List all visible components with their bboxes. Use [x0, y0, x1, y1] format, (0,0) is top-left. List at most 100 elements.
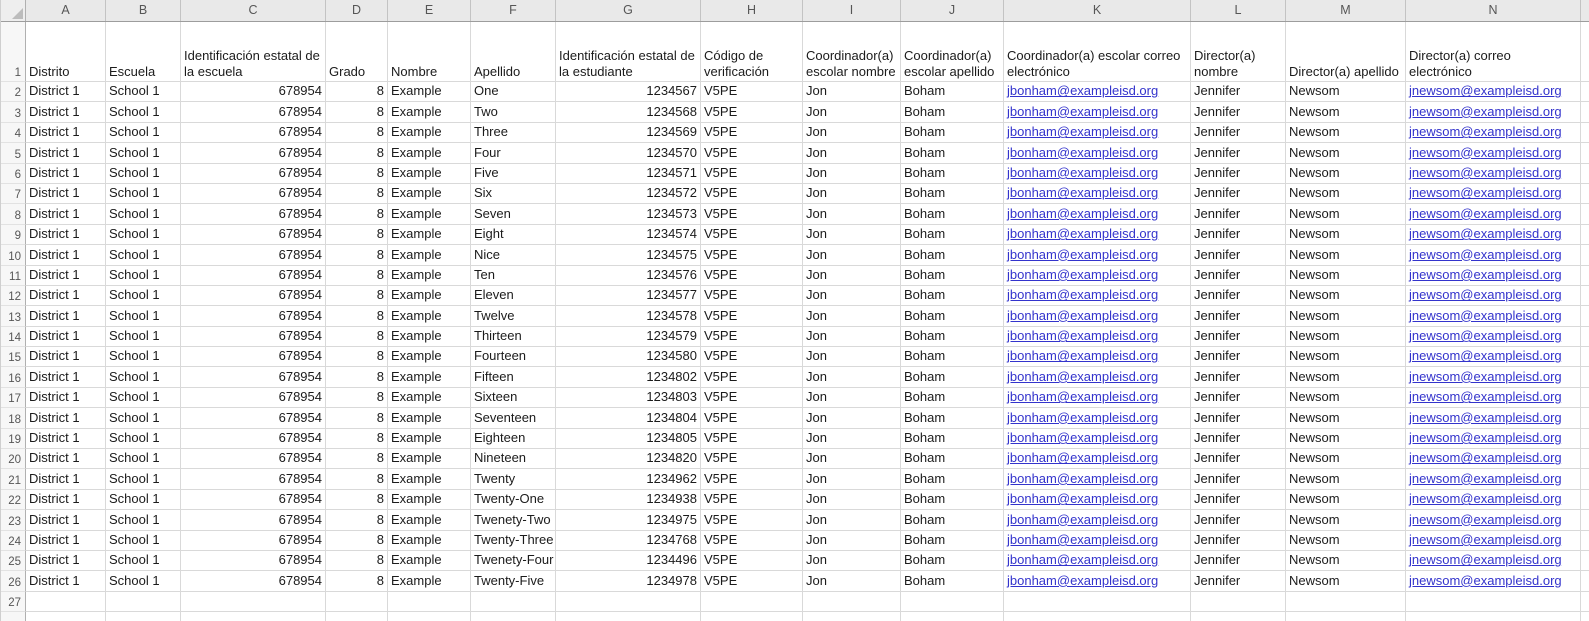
cell-F4[interactable]: Three [471, 122, 556, 144]
cell-J13[interactable]: Boham [901, 306, 1004, 327]
cell-E16[interactable]: Example [388, 367, 471, 388]
cell-N26[interactable]: jnewsom@exampleisd.org [1406, 571, 1581, 592]
cell-F12[interactable]: Eleven [471, 285, 556, 307]
row-header-19[interactable]: 19 [1, 428, 26, 450]
cell-I1[interactable]: Coordinador(a) escolar nombre [803, 22, 901, 82]
cell-B11[interactable]: School 1 [106, 265, 181, 286]
row-header-3[interactable]: 3 [1, 102, 26, 123]
cell-M24[interactable]: Newsom [1286, 530, 1406, 551]
cell-M27[interactable] [1286, 591, 1406, 613]
cell-F10[interactable]: Nice [471, 245, 556, 266]
cell-Jx[interactable] [901, 612, 1004, 621]
column-header-B[interactable]: B [106, 0, 181, 21]
email-link[interactable]: jbonham@exampleisd.org [1007, 531, 1158, 549]
cell-C16[interactable]: 678954 [181, 367, 326, 388]
email-link[interactable]: jnewsom@exampleisd.org [1409, 347, 1562, 365]
cell-F17[interactable]: Sixteen [471, 387, 556, 409]
cell-M4[interactable]: Newsom [1286, 122, 1406, 144]
email-link[interactable]: jnewsom@exampleisd.org [1409, 409, 1562, 427]
cell-H1[interactable]: Código de verificación [701, 22, 803, 82]
cell-M16[interactable]: Newsom [1286, 367, 1406, 388]
cell-H8[interactable]: V5PE [701, 204, 803, 225]
cell-F5[interactable]: Four [471, 143, 556, 164]
cell-B15[interactable]: School 1 [106, 347, 181, 368]
cell-N22[interactable]: jnewsom@exampleisd.org [1406, 489, 1581, 511]
email-link[interactable]: jnewsom@exampleisd.org [1409, 490, 1562, 508]
cell-G12[interactable]: 1234577 [556, 285, 701, 307]
cell-K7[interactable]: jbonham@exampleisd.org [1004, 183, 1191, 205]
cell-N2[interactable]: jnewsom@exampleisd.org [1406, 82, 1581, 103]
cell-M18[interactable]: Newsom [1286, 408, 1406, 429]
cell-N27[interactable] [1406, 591, 1581, 613]
cell-E1[interactable]: Nombre [388, 22, 471, 82]
cell-A27[interactable] [26, 591, 106, 613]
cell-M8[interactable]: Newsom [1286, 204, 1406, 225]
cell-B14[interactable]: School 1 [106, 326, 181, 348]
cell-N7[interactable]: jnewsom@exampleisd.org [1406, 183, 1581, 205]
cell-C19[interactable]: 678954 [181, 428, 326, 450]
cell-A16[interactable]: District 1 [26, 367, 106, 388]
cell-M13[interactable]: Newsom [1286, 306, 1406, 327]
cell-J17[interactable]: Boham [901, 387, 1004, 409]
cell-Ix[interactable] [803, 612, 901, 621]
email-link[interactable]: jnewsom@exampleisd.org [1409, 266, 1562, 284]
cell-K11[interactable]: jbonham@exampleisd.org [1004, 265, 1191, 286]
cell-C14[interactable]: 678954 [181, 326, 326, 348]
cell-A8[interactable]: District 1 [26, 204, 106, 225]
cell-B3[interactable]: School 1 [106, 102, 181, 123]
email-link[interactable]: jbonham@exampleisd.org [1007, 327, 1158, 345]
cell-A24[interactable]: District 1 [26, 530, 106, 551]
cell-K25[interactable]: jbonham@exampleisd.org [1004, 550, 1191, 572]
cell-Dx[interactable] [326, 612, 388, 621]
email-link[interactable]: jbonham@exampleisd.org [1007, 551, 1158, 569]
cell-K21[interactable]: jbonham@exampleisd.org [1004, 469, 1191, 490]
email-link[interactable]: jbonham@exampleisd.org [1007, 205, 1158, 223]
cell-G9[interactable]: 1234574 [556, 224, 701, 246]
cell-C27[interactable] [181, 591, 326, 613]
row-header-23[interactable]: 23 [1, 510, 26, 531]
cell-H3[interactable]: V5PE [701, 102, 803, 123]
email-link[interactable]: jbonham@exampleisd.org [1007, 429, 1158, 447]
cell-M17[interactable]: Newsom [1286, 387, 1406, 409]
email-link[interactable]: jbonham@exampleisd.org [1007, 409, 1158, 427]
email-link[interactable]: jnewsom@exampleisd.org [1409, 470, 1562, 488]
cell-I4[interactable]: Jon [803, 122, 901, 144]
cell-J4[interactable]: Boham [901, 122, 1004, 144]
email-link[interactable]: jbonham@exampleisd.org [1007, 307, 1158, 325]
cell-B16[interactable]: School 1 [106, 367, 181, 388]
cell-Lx[interactable] [1191, 612, 1286, 621]
email-link[interactable]: jbonham@exampleisd.org [1007, 449, 1158, 467]
cell-D24[interactable]: 8 [326, 530, 388, 551]
cell-B9[interactable]: School 1 [106, 224, 181, 246]
cell-N13[interactable]: jnewsom@exampleisd.org [1406, 306, 1581, 327]
cell-L24[interactable]: Jennifer [1191, 530, 1286, 551]
cell-H24[interactable]: V5PE [701, 530, 803, 551]
cell-G21[interactable]: 1234962 [556, 469, 701, 490]
cell-M6[interactable]: Newsom [1286, 163, 1406, 184]
cell-F2[interactable]: One [471, 82, 556, 103]
cell-E15[interactable]: Example [388, 347, 471, 368]
cell-C1[interactable]: Identificación estatal de la escuela [181, 22, 326, 82]
cell-G22[interactable]: 1234938 [556, 489, 701, 511]
cell-C4[interactable]: 678954 [181, 122, 326, 144]
cell-E27[interactable] [388, 591, 471, 613]
cell-Bx[interactable] [106, 612, 181, 621]
cell-K10[interactable]: jbonham@exampleisd.org [1004, 245, 1191, 266]
email-link[interactable]: jnewsom@exampleisd.org [1409, 429, 1562, 447]
cell-C25[interactable]: 678954 [181, 550, 326, 572]
cell-M21[interactable]: Newsom [1286, 469, 1406, 490]
cell-E8[interactable]: Example [388, 204, 471, 225]
email-link[interactable]: jnewsom@exampleisd.org [1409, 286, 1562, 304]
cell-K9[interactable]: jbonham@exampleisd.org [1004, 224, 1191, 246]
cell-E18[interactable]: Example [388, 408, 471, 429]
cell-E17[interactable]: Example [388, 387, 471, 409]
cell-J8[interactable]: Boham [901, 204, 1004, 225]
cell-M10[interactable]: Newsom [1286, 245, 1406, 266]
cell-Kx[interactable] [1004, 612, 1191, 621]
cell-H20[interactable]: V5PE [701, 449, 803, 470]
cell-N17[interactable]: jnewsom@exampleisd.org [1406, 387, 1581, 409]
row-header-9[interactable]: 9 [1, 224, 26, 246]
cell-J25[interactable]: Boham [901, 550, 1004, 572]
email-link[interactable]: jbonham@exampleisd.org [1007, 123, 1158, 141]
column-header-L[interactable]: L [1191, 0, 1286, 21]
